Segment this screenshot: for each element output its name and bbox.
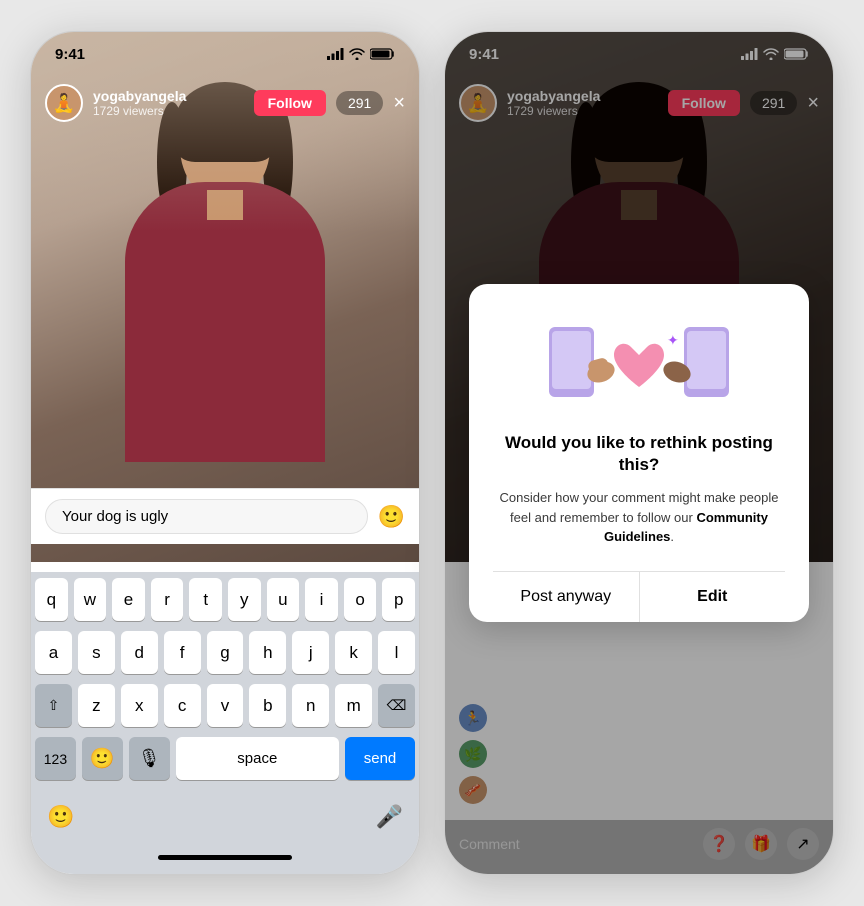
- viewer-count-badge: 291: [336, 91, 383, 115]
- key-t[interactable]: t: [189, 578, 222, 621]
- illustration-svg: ✦: [539, 307, 739, 417]
- keyboard-row-3: ⇧ z x c v b n m ⌫: [35, 684, 415, 727]
- key-h[interactable]: h: [249, 631, 286, 674]
- key-x[interactable]: x: [121, 684, 158, 727]
- home-indicator: [158, 855, 292, 860]
- key-y[interactable]: y: [228, 578, 261, 621]
- dialog-body: Consider how your comment might make peo…: [493, 488, 785, 547]
- key-a[interactable]: a: [35, 631, 72, 674]
- signal-icon: [327, 48, 344, 60]
- wifi-icon: [349, 48, 365, 60]
- key-n[interactable]: n: [292, 684, 329, 727]
- home-bar-area: [35, 840, 415, 874]
- top-bar: 🧘 yogabyangela 1729 viewers Follow 291 ×: [31, 76, 419, 130]
- viewers-count: 1729 viewers: [93, 104, 244, 118]
- key-e[interactable]: e: [112, 578, 145, 621]
- emoji-picker-button[interactable]: 🙂: [378, 504, 405, 530]
- key-f[interactable]: f: [164, 631, 201, 674]
- keyboard-bottom-row: 🙂 🎤: [35, 790, 415, 840]
- key-mic[interactable]: 🎙: [129, 737, 170, 780]
- key-m[interactable]: m: [335, 684, 372, 727]
- keyboard: q w e r t y u i o p a s d f g h j k l ⇧ …: [31, 572, 419, 874]
- close-button[interactable]: ×: [393, 93, 405, 113]
- dialog-illustration: ✦: [493, 312, 785, 412]
- keyboard-row-4: 123 🙂 🎙 space send: [35, 737, 415, 780]
- key-j[interactable]: j: [292, 631, 329, 674]
- follow-button[interactable]: Follow: [254, 90, 326, 116]
- rethink-dialog: ✦ Would you like to rethink posting this…: [469, 284, 809, 622]
- comment-input[interactable]: [45, 499, 368, 534]
- battery-icon: [370, 48, 395, 60]
- left-phone: 9:41 🧘 yogabyangela: [30, 31, 420, 875]
- right-phone: 9:41 🧘 yogabyangela: [444, 31, 834, 875]
- status-time: 9:41: [55, 46, 85, 63]
- key-d[interactable]: d: [121, 631, 158, 674]
- svg-text:✦: ✦: [667, 332, 679, 348]
- key-b[interactable]: b: [249, 684, 286, 727]
- comment-input-row: 🙂: [31, 488, 419, 544]
- username: yogabyangela: [93, 88, 244, 105]
- key-q[interactable]: q: [35, 578, 68, 621]
- dialog-overlay: ✦ Would you like to rethink posting this…: [445, 32, 833, 874]
- emoji-face-icon[interactable]: 🙂: [47, 804, 74, 830]
- key-w[interactable]: w: [74, 578, 107, 621]
- key-g[interactable]: g: [207, 631, 244, 674]
- keyboard-row-1: q w e r t y u i o p: [35, 578, 415, 621]
- key-num[interactable]: 123: [35, 737, 76, 780]
- key-v[interactable]: v: [207, 684, 244, 727]
- key-u[interactable]: u: [267, 578, 300, 621]
- status-bar: 9:41: [31, 32, 419, 76]
- key-k[interactable]: k: [335, 631, 372, 674]
- key-l[interactable]: l: [378, 631, 415, 674]
- user-info: yogabyangela 1729 viewers: [93, 88, 244, 119]
- key-delete[interactable]: ⌫: [378, 684, 415, 727]
- dialog-actions: Post anyway Edit: [493, 571, 785, 622]
- key-send[interactable]: send: [345, 737, 415, 780]
- key-r[interactable]: r: [151, 578, 184, 621]
- keyboard-row-2: a s d f g h j k l: [35, 631, 415, 674]
- key-space[interactable]: space: [176, 737, 339, 780]
- key-emoji[interactable]: 🙂: [82, 737, 123, 780]
- avatar: 🧘: [45, 84, 83, 122]
- status-icons: [327, 48, 395, 60]
- key-p[interactable]: p: [382, 578, 415, 621]
- mic-bottom-icon[interactable]: 🎤: [376, 804, 403, 830]
- key-z[interactable]: z: [78, 684, 115, 727]
- key-s[interactable]: s: [78, 631, 115, 674]
- key-shift[interactable]: ⇧: [35, 684, 72, 727]
- key-o[interactable]: o: [344, 578, 377, 621]
- key-c[interactable]: c: [164, 684, 201, 727]
- post-anyway-button[interactable]: Post anyway: [493, 572, 639, 622]
- key-i[interactable]: i: [305, 578, 338, 621]
- edit-button[interactable]: Edit: [639, 572, 786, 622]
- dialog-title: Would you like to rethink posting this?: [493, 432, 785, 476]
